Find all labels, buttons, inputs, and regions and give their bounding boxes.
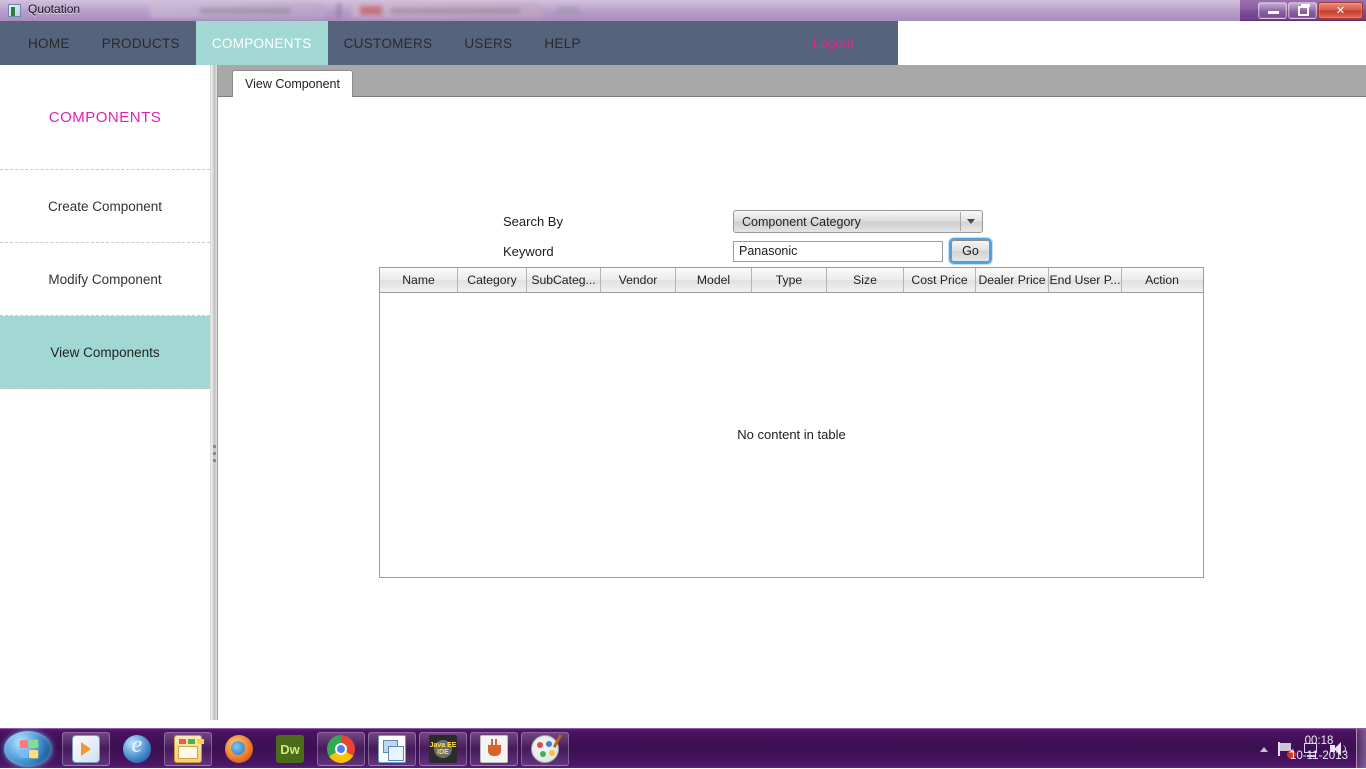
sidebar: COMPONENTS Create Component Modify Compo… (0, 65, 211, 720)
sidebar-item-create-component[interactable]: Create Component (0, 170, 210, 243)
table-header-row: Name Category SubCateg... Vendor Model T… (380, 268, 1203, 293)
keyword-label: Keyword (503, 243, 554, 259)
background-window-decoration (390, 8, 520, 14)
taskbar-button-dreamweaver[interactable]: Dw (266, 732, 314, 766)
sidebar-item-view-components[interactable]: View Components (0, 316, 210, 389)
search-by-row: Search By Component Category (503, 210, 983, 233)
column-header-name[interactable]: Name (380, 268, 458, 292)
background-window-decoration (200, 8, 290, 14)
taskbar-button-internet-explorer[interactable] (113, 732, 161, 766)
go-button[interactable]: Go (951, 240, 990, 262)
column-header-cost-price[interactable]: Cost Price (904, 268, 976, 292)
column-header-vendor[interactable]: Vendor (601, 268, 676, 292)
column-header-type[interactable]: Type (752, 268, 827, 292)
column-header-end-user-price[interactable]: End User P... (1049, 268, 1122, 292)
nav-item-customers[interactable]: CUSTOMERS (328, 21, 449, 65)
content-panel: Search By Component Category Keyword Pan… (218, 97, 1366, 720)
tab-view-component[interactable]: View Component (232, 70, 353, 97)
internet-explorer-icon (123, 732, 151, 763)
taskbar-buttons: Dw Java EE IDE (62, 732, 569, 766)
window-title-bar[interactable]: Quotation ✕ (0, 0, 1366, 21)
taskbar-button-application[interactable] (368, 732, 416, 766)
splitter-grip-dot (213, 445, 216, 448)
java-ee-ide-icon: Java EE IDE (429, 735, 457, 763)
windows-logo-icon (19, 739, 38, 759)
column-header-size[interactable]: Size (827, 268, 904, 292)
search-by-label: Search By (503, 214, 563, 229)
application-icon (8, 4, 21, 17)
logout-link[interactable]: Logout (813, 21, 882, 65)
split-pane-divider[interactable] (211, 65, 218, 720)
close-icon: ✕ (1335, 5, 1346, 17)
close-button[interactable]: ✕ (1318, 2, 1363, 19)
taskbar-button-windows-media-player[interactable] (62, 732, 110, 766)
chevron-down-icon[interactable] (960, 212, 981, 231)
tab-strip: View Component (218, 65, 1366, 97)
nav-item-help[interactable]: HELP (528, 21, 596, 65)
main-navigation-bar: HOME PRODUCTS COMPONENTS CUSTOMERS USERS… (0, 21, 898, 65)
app-window-icon (378, 735, 406, 763)
taskbar-button-java[interactable] (470, 732, 518, 766)
firefox-icon (225, 735, 253, 763)
minimize-button[interactable] (1258, 2, 1287, 19)
start-button[interactable] (4, 731, 52, 767)
clock-date: 10-11-2013 (1290, 750, 1348, 762)
column-header-action[interactable]: Action (1122, 268, 1202, 292)
column-header-category[interactable]: Category (458, 268, 527, 292)
search-by-dropdown[interactable]: Component Category (733, 210, 983, 233)
components-table: Name Category SubCateg... Vendor Model T… (379, 267, 1204, 578)
paint-icon (531, 735, 559, 763)
taskbar-button-chrome[interactable] (317, 732, 365, 766)
splitter-grip-dot (213, 459, 216, 462)
nav-item-users[interactable]: USERS (448, 21, 528, 65)
background-window-decoration (557, 7, 579, 15)
show-desktop-button[interactable] (1356, 729, 1366, 769)
taskbar: Dw Java EE IDE 00:18 10-11-2013 (0, 728, 1366, 769)
restore-icon-back (1301, 4, 1310, 7)
search-by-selected-value: Component Category (742, 214, 861, 229)
windows-media-player-icon (72, 735, 100, 763)
window-title: Quotation (28, 2, 81, 16)
nav-item-home[interactable]: HOME (0, 21, 86, 65)
keyword-input[interactable]: Panasonic (733, 240, 943, 262)
window-controls: ✕ (1258, 2, 1363, 19)
minimize-icon (1268, 11, 1279, 14)
column-header-dealer-price[interactable]: Dealer Price (976, 268, 1049, 292)
dreamweaver-icon: Dw (276, 735, 304, 763)
clock-time: 00:18 (1304, 735, 1334, 747)
sidebar-item-modify-component[interactable]: Modify Component (0, 243, 210, 316)
chrome-icon (327, 735, 355, 763)
java-icon (480, 735, 508, 763)
taskbar-button-paint[interactable] (521, 732, 569, 766)
sidebar-heading: COMPONENTS (0, 65, 210, 170)
restore-icon (1298, 6, 1309, 16)
table-empty-message: No content in table (737, 427, 846, 442)
background-window-decoration (360, 6, 382, 15)
show-hidden-icons-icon[interactable] (1260, 746, 1268, 752)
navbar-right-filler (898, 21, 1366, 65)
taskbar-button-firefox[interactable] (215, 732, 263, 766)
taskbar-clock[interactable]: 00:18 10-11-2013 (1290, 729, 1348, 769)
file-explorer-icon (174, 735, 202, 763)
nav-item-products[interactable]: PRODUCTS (86, 21, 196, 65)
background-window-decoration (337, 3, 341, 18)
restore-button[interactable] (1288, 2, 1317, 19)
column-header-subcategory[interactable]: SubCateg... (527, 268, 601, 292)
taskbar-button-java-ee-ide[interactable]: Java EE IDE (419, 732, 467, 766)
taskbar-button-file-explorer[interactable] (164, 732, 212, 766)
table-body: No content in table (380, 293, 1203, 577)
column-header-model[interactable]: Model (676, 268, 752, 292)
nav-item-components[interactable]: COMPONENTS (195, 21, 328, 65)
splitter-grip-dot (213, 452, 216, 455)
keyword-row: Keyword Panasonic Go (503, 240, 990, 262)
